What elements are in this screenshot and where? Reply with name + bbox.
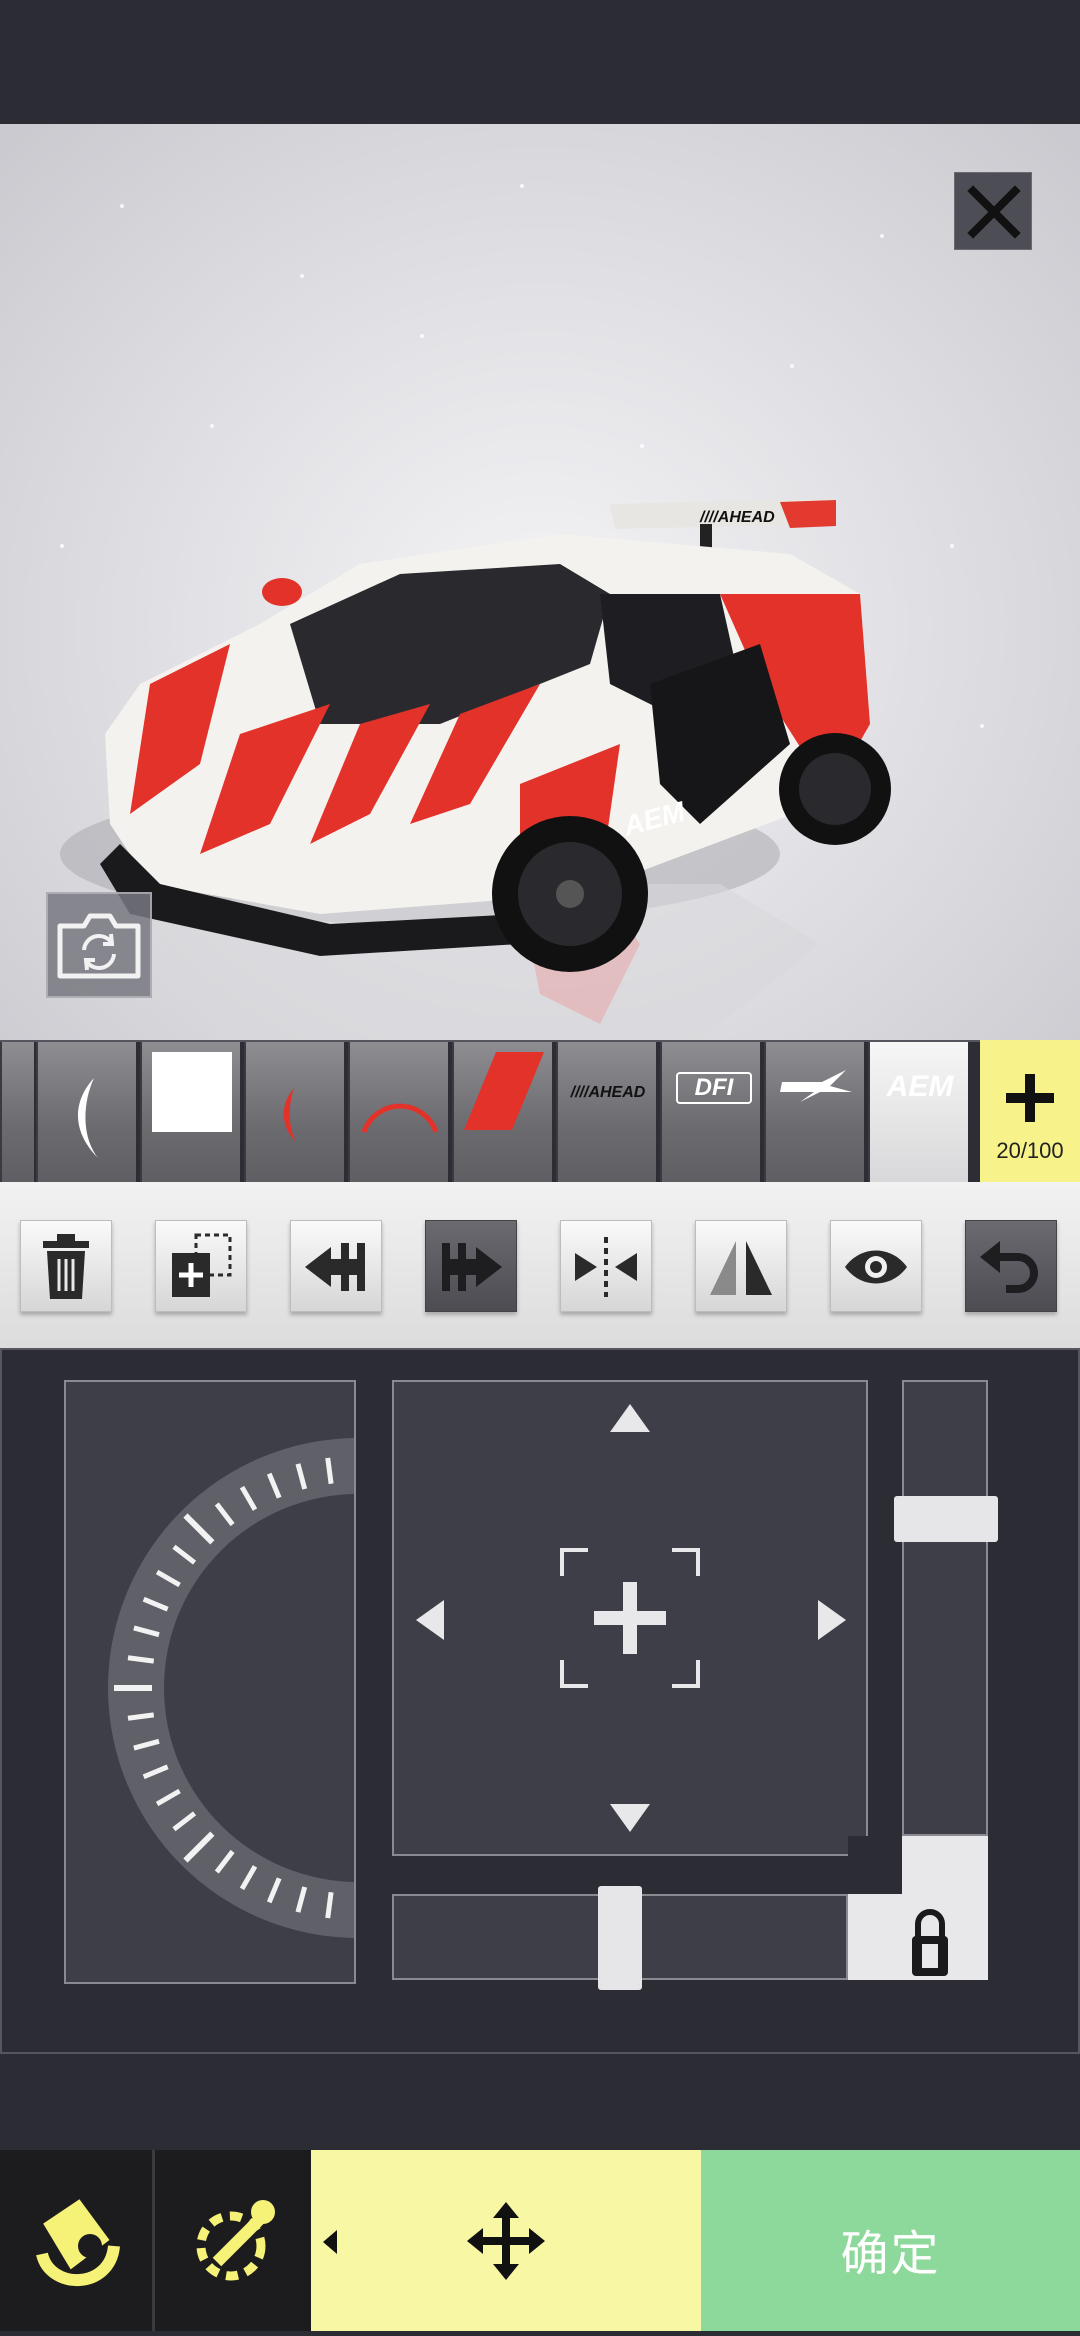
confirm-button[interactable]: 确定 (701, 2150, 1080, 2331)
rotation-dial[interactable] (64, 1380, 356, 1984)
decal-item-crescent-red[interactable] (244, 1042, 344, 1182)
close-icon (967, 185, 1021, 239)
mirror-triangle-button[interactable] (695, 1220, 787, 1312)
lock-icon (912, 1909, 948, 1976)
rotation-dial-scale (108, 1438, 354, 1938)
decal-tab-button[interactable] (155, 2150, 311, 2331)
confirm-label: 确定 (840, 2228, 941, 2281)
duplicate-icon (172, 1233, 232, 1297)
car-model: ////AHEAD AEM (60, 499, 891, 1040)
crescent-icon (283, 1088, 296, 1142)
arrow-left-icon (416, 1600, 444, 1640)
square-icon (152, 1052, 232, 1132)
dial-tick (127, 1655, 155, 1664)
decal-item-crescent-white[interactable] (36, 1042, 136, 1182)
width-slider-track[interactable] (392, 1886, 848, 1990)
delete-button[interactable] (20, 1220, 112, 1312)
bottom-nav: 确定 (0, 2150, 1080, 2331)
dial-tick (127, 1712, 155, 1721)
flip-left-icon (305, 1243, 365, 1291)
decal-count: 20/100 (996, 1138, 1064, 1163)
chevron-left-icon (323, 2230, 337, 2254)
camera-rotate-icon (57, 913, 141, 979)
dial-tick (325, 1457, 334, 1485)
ahead-logo-label: ////AHEAD (570, 1084, 646, 1101)
slash-icon (464, 1052, 544, 1130)
k-logo-icon (780, 1070, 852, 1102)
scale-slider-track[interactable] (894, 1380, 998, 1836)
aem-logo-label: AEM (886, 1070, 954, 1103)
arrow-up-icon (610, 1404, 650, 1432)
crosshair-move-icon (560, 1548, 700, 1688)
arc-icon (361, 1103, 439, 1133)
visibility-button[interactable] (830, 1220, 922, 1312)
scale-slider-thumb[interactable] (894, 1496, 998, 1542)
close-button[interactable] (954, 172, 1032, 250)
arrow-right-icon (818, 1600, 846, 1640)
eyedropper-icon (196, 2200, 275, 2281)
trash-icon (43, 1234, 89, 1299)
decal-strip[interactable]: ////AHEAD DFI AEM (0, 1040, 1080, 1184)
flip-right-icon (442, 1243, 502, 1291)
undo-button[interactable] (965, 1220, 1057, 1312)
plus-icon (1006, 1074, 1054, 1122)
crescent-icon (77, 1078, 98, 1158)
decal-item-ahead-logo[interactable]: ////AHEAD (556, 1042, 656, 1182)
decal-item-slash-red[interactable] (452, 1042, 552, 1182)
camera-reset-button[interactable] (46, 892, 152, 998)
decal-item-dfi-logo[interactable]: DFI (660, 1042, 760, 1182)
decal-item-arc-red[interactable] (348, 1042, 448, 1182)
decal-item-aem-logo[interactable]: AEM (868, 1042, 968, 1182)
dfi-logo-label: DFI (676, 1072, 752, 1104)
mirror-center-button[interactable] (560, 1220, 652, 1312)
move-pad[interactable] (392, 1380, 868, 1856)
lock-toggle-button[interactable] (900, 1908, 960, 1980)
transform-control-panel (0, 1348, 1080, 2054)
edit-toolbar (0, 1182, 1080, 1348)
paint-bucket-icon (36, 2199, 120, 2286)
lock-panel-notch (848, 1836, 902, 1894)
mirror-triangle-icon (710, 1241, 772, 1295)
paint-tab-button[interactable] (0, 2150, 155, 2331)
decal-item-square-white[interactable] (140, 1042, 240, 1182)
width-slider-thumb[interactable] (598, 1886, 642, 1990)
move-tab-button[interactable] (311, 2150, 701, 2331)
flip-horizontal-right-button[interactable] (425, 1220, 517, 1312)
car-preview-viewport[interactable]: ////AHEAD AEM (0, 124, 1080, 1040)
dial-tick (325, 1891, 334, 1919)
flip-horizontal-left-button[interactable] (290, 1220, 382, 1312)
duplicate-button[interactable] (155, 1220, 247, 1312)
decal-item-k-logo[interactable] (764, 1042, 864, 1182)
top-bar (0, 0, 1080, 124)
arrow-down-icon (610, 1804, 650, 1832)
add-decal-button[interactable]: 20/100 (980, 1040, 1080, 1182)
undo-icon (980, 1241, 1038, 1293)
move-arrows-icon (467, 2202, 545, 2280)
ahead-livery-text: ////AHEAD (699, 509, 775, 526)
eye-icon (845, 1250, 907, 1284)
decal-item-partial[interactable] (0, 1042, 34, 1182)
mirror-icon (575, 1237, 637, 1297)
